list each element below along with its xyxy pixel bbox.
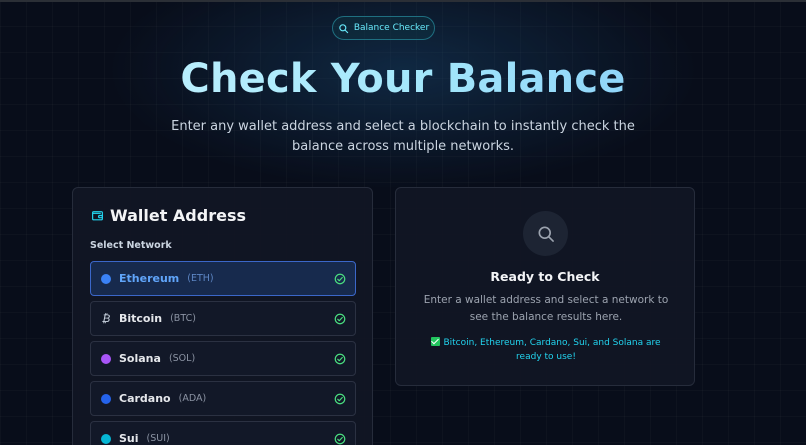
search-icon (538, 226, 554, 242)
balance-result-card: Ready to Check Enter a wallet address an… (395, 187, 695, 386)
ready-icon-circle (523, 211, 568, 256)
window-top-border (0, 0, 806, 2)
network-option-bitcoin[interactable]: ₿ Bitcoin (BTC) (90, 301, 356, 336)
network-symbol: (SOL) (168, 353, 196, 364)
check-circle-icon (334, 393, 346, 405)
network-name: Sui (119, 432, 139, 445)
check-circle-icon (334, 313, 346, 325)
supported-networks-note: Bitcoin, Ethereum, Cardano, Sui, and Sol… (418, 336, 674, 364)
cardano-dot-icon (101, 393, 111, 404)
network-name: Ethereum (119, 272, 180, 285)
network-name: Cardano (119, 392, 171, 405)
note-text: Bitcoin, Ethereum, Cardano, Sui, and Sol… (443, 338, 661, 362)
sui-dot-icon (101, 433, 111, 444)
check-circle-icon (334, 433, 346, 445)
check-circle-icon (334, 273, 346, 285)
network-symbol: (ETH) (187, 273, 214, 284)
wallet-card-header: Wallet Address (91, 206, 246, 225)
solana-dot-icon (101, 353, 111, 364)
search-icon (339, 23, 349, 33)
select-network-label: Select Network (90, 240, 172, 251)
checkbox-emoji-icon (431, 337, 441, 346)
network-symbol: (BTC) (170, 313, 196, 324)
badge-label: Balance Checker (353, 23, 430, 33)
network-symbol: (SUI) (146, 433, 170, 444)
network-option-sui[interactable]: Sui (SUI) (90, 421, 356, 445)
check-circle-icon (334, 353, 346, 365)
ready-description: Enter a wallet address and select a netw… (423, 294, 669, 323)
network-name: Bitcoin (119, 312, 163, 325)
network-option-ethereum[interactable]: Ethereum (ETH) (90, 261, 356, 296)
bitcoin-icon: ₿ (101, 312, 111, 325)
wallet-address-card: Wallet Address Select Network Ethereum (… (72, 187, 373, 445)
ready-title: Ready to Check (490, 269, 600, 284)
wallet-card-title: Wallet Address (110, 206, 246, 225)
wallet-icon (92, 211, 103, 221)
ethereum-dot-icon (101, 273, 111, 284)
balance-checker-badge: Balance Checker (332, 16, 435, 40)
network-symbol: (ADA) (178, 393, 207, 404)
page-subtitle: Enter any wallet address and select a bl… (171, 119, 635, 154)
network-name: Solana (119, 352, 161, 365)
network-option-cardano[interactable]: Cardano (ADA) (90, 381, 356, 416)
page-title: Check Your Balance (0, 56, 806, 102)
network-option-solana[interactable]: Solana (SOL) (90, 341, 356, 376)
